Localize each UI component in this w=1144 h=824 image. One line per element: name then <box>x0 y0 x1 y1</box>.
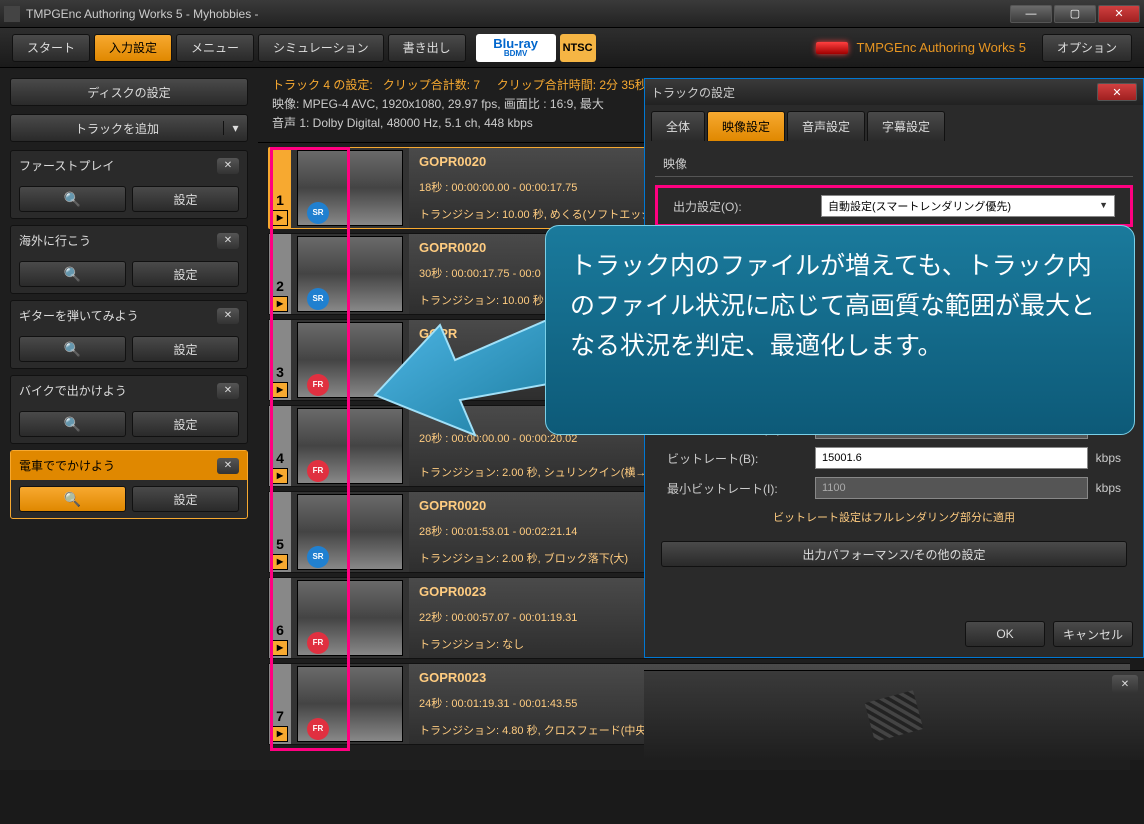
track-settings-button[interactable]: 設定 <box>132 186 239 212</box>
clip-number: 5▶ <box>269 492 291 572</box>
play-icon[interactable]: ▶ <box>272 726 288 742</box>
format-indicator: Blu-rayBDMV NTSC <box>476 34 596 62</box>
cancel-button[interactable]: キャンセル <box>1053 621 1133 647</box>
play-icon[interactable]: ▶ <box>272 468 288 484</box>
search-icon[interactable]: 🔍 <box>19 486 126 512</box>
render-badge: FR <box>307 718 329 740</box>
tab-write[interactable]: 書き出し <box>388 34 466 62</box>
search-icon[interactable]: 🔍 <box>19 186 126 212</box>
play-icon[interactable]: ▶ <box>272 210 288 226</box>
bitrate-label: ビットレート(B): <box>667 450 807 467</box>
app-icon <box>4 6 20 22</box>
minimize-button[interactable]: — <box>1010 5 1052 23</box>
render-badge: FR <box>307 632 329 654</box>
play-icon[interactable]: ▶ <box>272 382 288 398</box>
output-setting-dropdown[interactable]: 自動設定(スマートレンダリング優先) <box>821 195 1115 217</box>
search-icon[interactable]: 🔍 <box>19 261 126 287</box>
min-bitrate-label: 最小ビットレート(I): <box>667 480 807 497</box>
clip-number: 6▶ <box>269 578 291 658</box>
tab-simulation[interactable]: シミュレーション <box>258 34 384 62</box>
tab-subtitle-settings[interactable]: 字幕設定 <box>867 111 945 141</box>
sidebar-track-item[interactable]: バイクで出かけよう✕🔍設定 <box>10 375 248 444</box>
window-title: TMPGEnc Authoring Works 5 - Myhobbies - <box>26 7 259 21</box>
tab-video-settings[interactable]: 映像設定 <box>707 111 785 141</box>
track-close-button[interactable]: ✕ <box>217 308 239 324</box>
chevron-down-icon[interactable]: ▾ <box>223 121 247 135</box>
close-button[interactable]: ✕ <box>1098 5 1140 23</box>
main-toolbar: スタート 入力設定 メニュー シミュレーション 書き出し Blu-rayBDMV… <box>0 28 1144 68</box>
play-icon[interactable]: ▶ <box>272 640 288 656</box>
clip-number: 1▶ <box>269 148 291 228</box>
maximize-button[interactable]: ▢ <box>1054 5 1096 23</box>
add-track-button[interactable]: トラックを追加 ▾ <box>10 114 248 142</box>
track-settings-button[interactable]: 設定 <box>132 486 239 512</box>
clip-thumbnail: FR <box>291 578 409 658</box>
render-badge: SR <box>307 202 329 224</box>
track-close-button[interactable]: ✕ <box>217 458 239 474</box>
bitrate-hint: ビットレート設定はフルレンダリング部分に適用 <box>655 503 1133 531</box>
clip-number: 4▶ <box>269 406 291 486</box>
disc-settings-button[interactable]: ディスクの設定 <box>10 78 248 106</box>
dialog-close-button[interactable]: ✕ <box>1097 83 1137 101</box>
tab-menu[interactable]: メニュー <box>176 34 254 62</box>
play-icon[interactable]: ▶ <box>272 554 288 570</box>
clip-thumbnail: SR <box>291 492 409 572</box>
clip-thumbnail: FR <box>291 664 409 744</box>
status-led <box>816 42 848 54</box>
sidebar-track-item[interactable]: ギターを弾いてみよう✕🔍設定 <box>10 300 248 369</box>
tab-audio-settings[interactable]: 音声設定 <box>787 111 865 141</box>
track-settings-button[interactable]: 設定 <box>132 411 239 437</box>
arrow-annotation <box>370 310 570 440</box>
bluray-logo: Blu-rayBDMV <box>476 34 556 62</box>
preview-close-button[interactable]: ✕ <box>1112 675 1138 693</box>
sidebar-track-item[interactable]: ファーストプレイ✕🔍設定 <box>10 150 248 219</box>
bitrate-field[interactable]: 15001.6 <box>815 447 1088 469</box>
play-icon[interactable]: ▶ <box>272 296 288 312</box>
preview-panel: ✕ <box>644 670 1144 760</box>
render-badge: FR <box>307 460 329 482</box>
sidebar-track-item[interactable]: 海外に行こう✕🔍設定 <box>10 225 248 294</box>
tab-all[interactable]: 全体 <box>651 111 705 141</box>
sidebar-track-item[interactable]: 電車ででかけよう✕🔍設定 <box>10 450 248 519</box>
search-icon[interactable]: 🔍 <box>19 411 126 437</box>
tab-input[interactable]: 入力設定 <box>94 34 172 62</box>
ok-button[interactable]: OK <box>965 621 1045 647</box>
min-bitrate-field: 1100 <box>815 477 1088 499</box>
render-badge: SR <box>307 546 329 568</box>
titlebar: TMPGEnc Authoring Works 5 - Myhobbies - … <box>0 0 1144 28</box>
clip-number: 2▶ <box>269 234 291 314</box>
ntsc-badge: NTSC <box>560 34 596 62</box>
clip-number: 7▶ <box>269 664 291 744</box>
render-badge: FR <box>307 374 329 396</box>
render-badge: SR <box>307 288 329 310</box>
output-setting-label: 出力設定(O): <box>673 198 813 215</box>
track-close-button[interactable]: ✕ <box>217 383 239 399</box>
options-button[interactable]: オプション <box>1042 34 1132 62</box>
tab-start[interactable]: スタート <box>12 34 90 62</box>
callout-annotation: トラック内のファイルが増えても、トラック内のファイル状況に応じて高画質な範囲が最… <box>545 225 1135 435</box>
clip-number: 3▶ <box>269 320 291 400</box>
track-close-button[interactable]: ✕ <box>217 158 239 174</box>
clip-thumbnail: SR <box>291 234 409 314</box>
dialog-titlebar: トラックの設定 ✕ <box>645 79 1143 105</box>
track-settings-button[interactable]: 設定 <box>132 336 239 362</box>
highlight-annotation: 出力設定(O): 自動設定(スマートレンダリング優先) <box>655 185 1133 227</box>
brand-label: TMPGEnc Authoring Works 5 <box>816 40 1026 55</box>
clip-thumbnail: SR <box>291 148 409 228</box>
performance-button[interactable]: 出力パフォーマンス/その他の設定 <box>661 541 1127 567</box>
track-close-button[interactable]: ✕ <box>217 233 239 249</box>
film-icon <box>865 690 924 742</box>
section-video: 映像 <box>655 151 1133 177</box>
track-settings-button[interactable]: 設定 <box>132 261 239 287</box>
search-icon[interactable]: 🔍 <box>19 336 126 362</box>
sidebar: ディスクの設定 トラックを追加 ▾ ファーストプレイ✕🔍設定海外に行こう✕🔍設定… <box>0 68 258 770</box>
